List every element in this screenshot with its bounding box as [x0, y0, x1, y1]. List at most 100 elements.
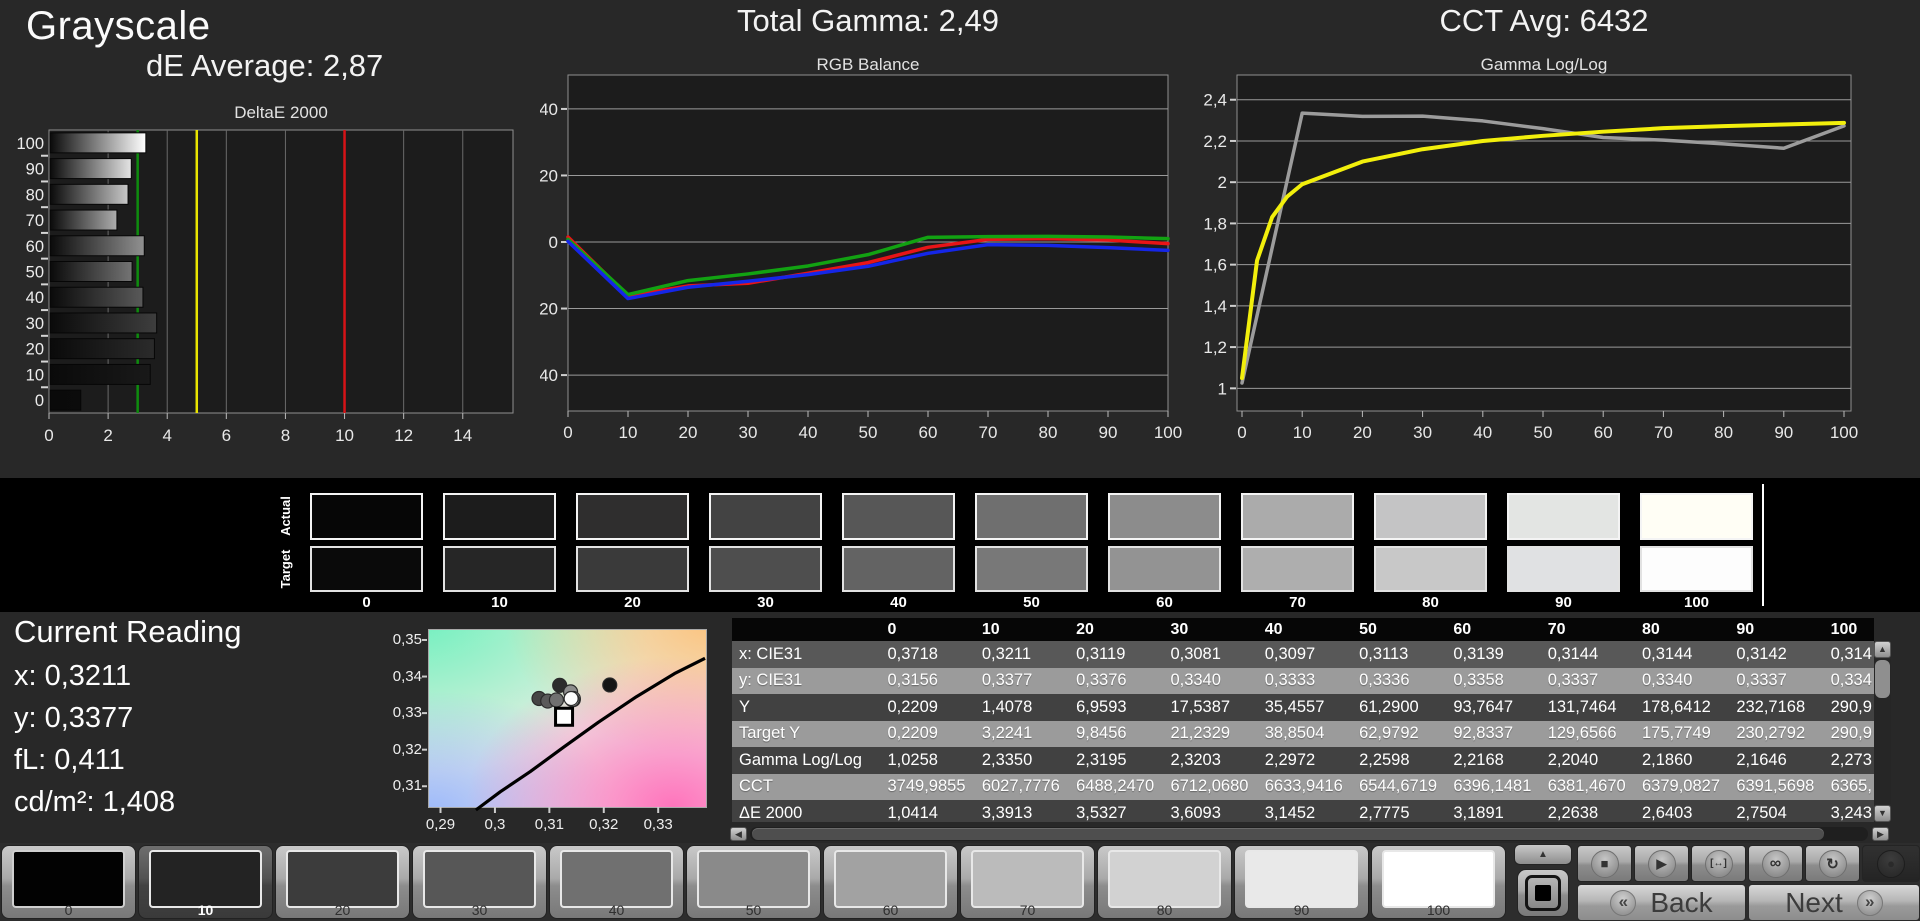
step-button[interactable]: [↔] — [1691, 845, 1746, 882]
loop-button[interactable]: ∞ — [1748, 845, 1803, 882]
cie-x-tick-label: 0,32 — [589, 816, 619, 833]
table-scroll-up-button[interactable]: ▲ — [1874, 641, 1891, 658]
gray-patch-button-20[interactable]: 20 — [275, 845, 410, 919]
table-horizontal-scrollbar-thumb[interactable] — [752, 828, 1824, 840]
table-cell: 0,3113 — [1359, 644, 1409, 663]
stop-button[interactable]: ■ — [1577, 845, 1632, 882]
table-cell: 62,9792 — [1359, 724, 1419, 743]
svg-text:60: 60 — [1594, 423, 1613, 442]
table-row-label: Gamma Log/Log — [739, 750, 862, 769]
svg-text:10: 10 — [1293, 423, 1312, 442]
page-title: Grayscale — [26, 4, 211, 48]
table-cell: 2,2972 — [1264, 750, 1316, 769]
next-button[interactable]: Next » — [1748, 884, 1920, 921]
table-vertical-scrollbar-thumb[interactable] — [1875, 660, 1890, 698]
table-row--e-2000: ΔE 2000 1,0414 3,3913 3,5327 3,6093 3,1452 2,7… — [732, 800, 1874, 822]
swatch-level-label: 40 — [890, 594, 907, 611]
table-cell: 2,3350 — [981, 750, 1033, 769]
table-cell: 2,2168 — [1453, 750, 1504, 769]
refresh-icon: ↻ — [1818, 849, 1847, 878]
gray-patch-button-100[interactable]: 100 — [1371, 845, 1506, 919]
cie-y-tick-label: 0,33 — [392, 704, 422, 722]
table-scroll-left-button[interactable]: ◀ — [730, 827, 747, 841]
table-row-target-y: Target Y 0,2209 3,2241 9,8456 21,2329 38,8504… — [732, 720, 1874, 747]
svg-text:10: 10 — [26, 366, 44, 384]
table-cell: 2,2040 — [1547, 750, 1599, 769]
pattern-up-button[interactable]: ▲ — [1514, 844, 1572, 865]
table-cell: 2,7504 — [1736, 803, 1787, 822]
play-button[interactable]: ▶ — [1634, 845, 1689, 882]
back-button[interactable]: « Back — [1577, 884, 1746, 921]
table-scroll-down-button[interactable]: ▼ — [1874, 805, 1891, 822]
gray-patch-button-90[interactable]: 90 — [1234, 845, 1369, 919]
actual-swatch-100 — [1640, 493, 1753, 540]
table-column-header: 50 — [1359, 620, 1377, 638]
svg-text:50: 50 — [1534, 423, 1553, 442]
table-cell: 0,3211 — [981, 644, 1032, 663]
cie-x-tick-label: 0,3 — [484, 816, 506, 833]
gray-patch-button-60[interactable]: 60 — [823, 845, 958, 919]
table-cell: 0,3337 — [1547, 671, 1599, 690]
table-cell: 92,8337 — [1453, 724, 1514, 743]
table-scroll-right-button[interactable]: ▶ — [1872, 827, 1889, 841]
refresh-button[interactable]: ↻ — [1805, 845, 1860, 882]
svg-text:40: 40 — [540, 100, 558, 119]
table-column-header: 100 — [1830, 620, 1858, 638]
back-chevron-icon: « — [1610, 889, 1637, 916]
swatch-level-label: 60 — [1156, 594, 1173, 611]
table-cell: 35,4557 — [1264, 697, 1325, 716]
table-cell: 93,7647 — [1453, 697, 1514, 716]
swatch-level-label: 10 — [491, 594, 508, 611]
svg-text:40: 40 — [799, 423, 818, 442]
gray-patch-button-50[interactable]: 50 — [686, 845, 821, 919]
gray-patch-swatch — [971, 850, 1084, 908]
swatch-level-label: 20 — [624, 594, 641, 611]
table-cell: 6488,2470 — [1076, 777, 1155, 796]
actual-row-label: Actual — [278, 496, 293, 536]
table-cell: 6,9593 — [1076, 697, 1127, 716]
swatch-level-label: 30 — [757, 594, 774, 611]
actual-target-swatch-strip: Actual Target 0 10 20 30 40 50 60 70 80 90 100 — [0, 478, 1920, 612]
gray-patch-swatch — [1108, 850, 1221, 908]
svg-text:2: 2 — [103, 426, 112, 445]
table-cell: 6633,9416 — [1264, 777, 1343, 796]
pattern-window-button[interactable] — [1517, 869, 1569, 917]
svg-text:30: 30 — [26, 315, 44, 333]
table-row-y: Y 0,2209 1,4078 6,9593 17,5387 35,4557 61,2900… — [732, 694, 1874, 721]
svg-text:60: 60 — [919, 423, 938, 442]
cie-y-tick-label: 0,35 — [392, 630, 422, 648]
gray-patch-swatch — [697, 850, 810, 908]
table-cell: 61,2900 — [1359, 697, 1419, 716]
gray-patch-button-0[interactable]: 0 — [1, 845, 136, 919]
target-swatch-30 — [709, 546, 822, 592]
table-column-header: 40 — [1264, 620, 1283, 638]
table-cell: 21,2329 — [1170, 724, 1231, 743]
table-cell: 230,2792 — [1736, 724, 1806, 743]
svg-text:2,2: 2,2 — [1203, 132, 1227, 151]
loop-icon: ∞ — [1761, 849, 1790, 878]
play-icon: ▶ — [1647, 849, 1676, 878]
gray-patch-label: 10 — [197, 902, 214, 918]
gray-patch-button-40[interactable]: 40 — [549, 845, 684, 919]
table-cell: 17,5387 — [1170, 697, 1231, 716]
table-cell: 6396,1481 — [1453, 777, 1532, 796]
reading-value-line: y: 0,3377 — [14, 702, 134, 734]
gray-patch-label: 40 — [608, 902, 625, 918]
gray-patch-button-10[interactable]: 10 — [138, 845, 273, 919]
table-cell: 3,3913 — [981, 803, 1033, 822]
gray-patch-button-70[interactable]: 70 — [960, 845, 1095, 919]
actual-swatch-60 — [1108, 493, 1221, 540]
table-cell: 0,3340 — [1170, 671, 1221, 690]
svg-text:30: 30 — [1413, 423, 1432, 442]
total-gamma-value: Total Gamma: 2,49 — [737, 3, 999, 38]
cie-scatter-plot — [422, 638, 706, 813]
table-cell: 38,8504 — [1264, 724, 1325, 743]
svg-text:10: 10 — [335, 426, 354, 445]
svg-text:100: 100 — [1830, 423, 1858, 442]
gray-patch-button-30[interactable]: 30 — [412, 845, 547, 919]
de-average-value: dE Average: 2,87 — [146, 48, 384, 83]
gray-patch-button-80[interactable]: 80 — [1097, 845, 1232, 919]
table-cell: 6027,7776 — [981, 777, 1060, 796]
gray-patch-swatch — [560, 850, 673, 908]
record-button[interactable]: ● — [1862, 845, 1920, 882]
